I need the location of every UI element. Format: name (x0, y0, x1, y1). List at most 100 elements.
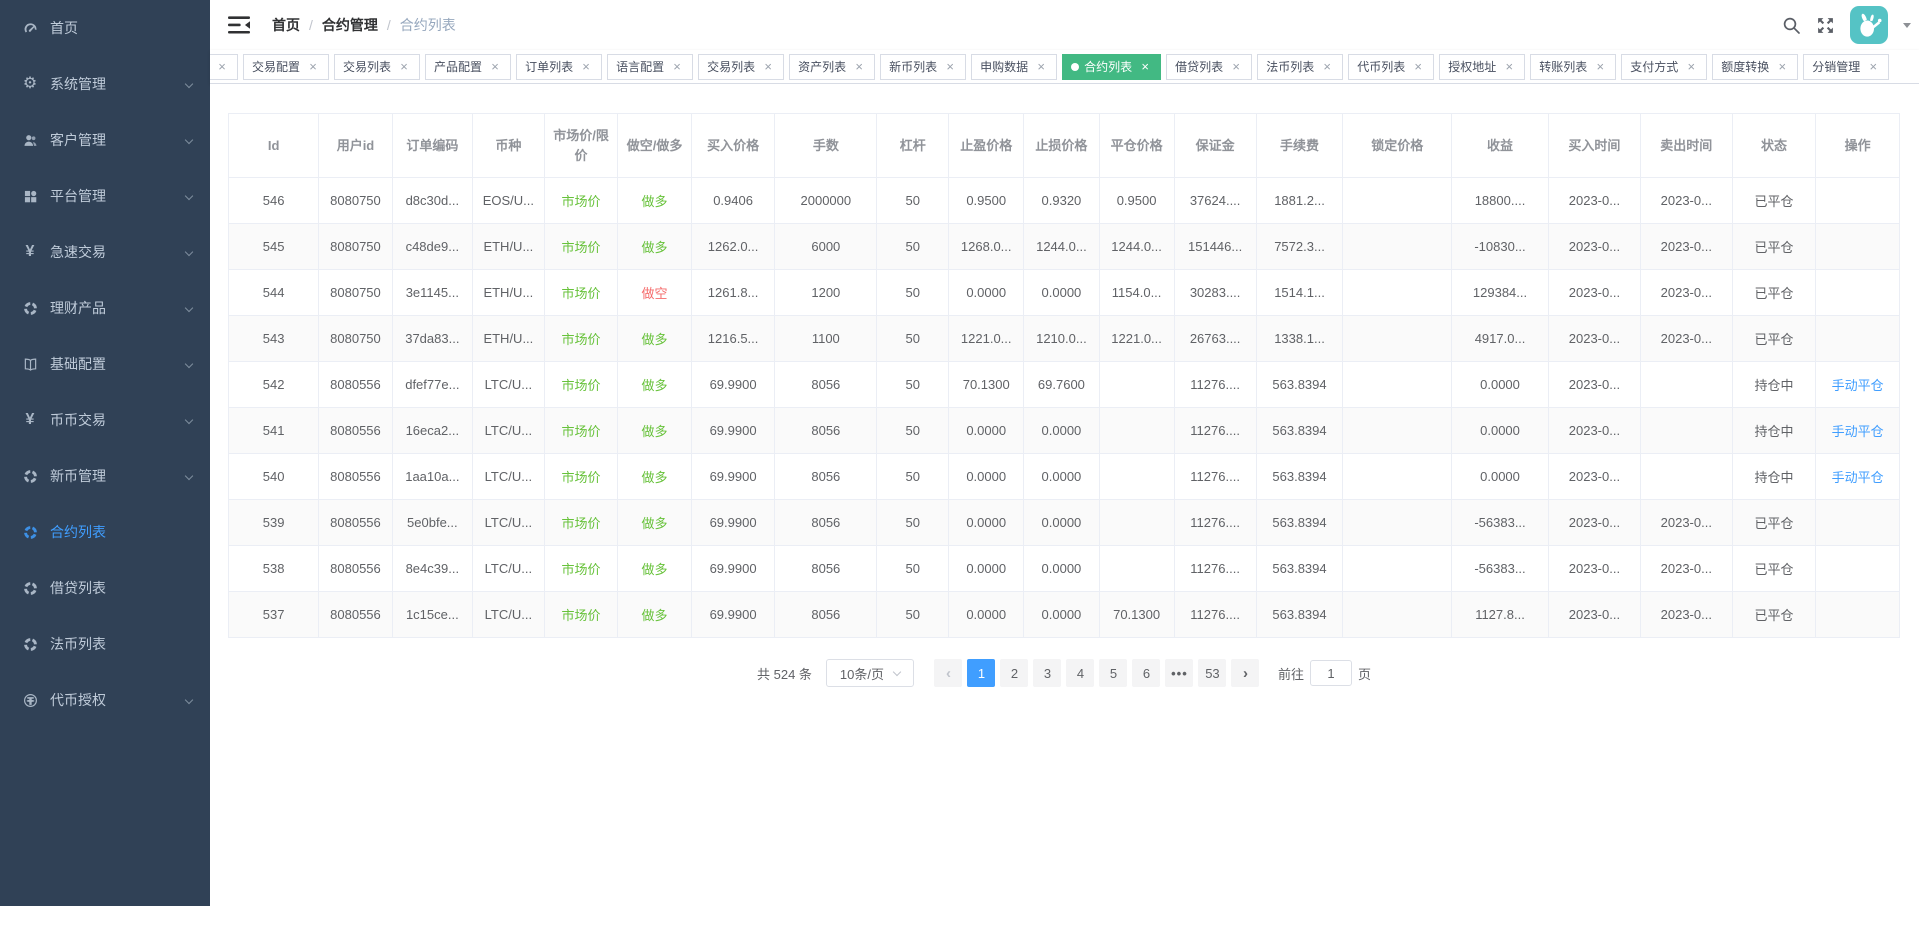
tab-close-icon[interactable]: × (579, 60, 593, 74)
lifebuoy-icon (22, 580, 38, 596)
sidebar-item-system[interactable]: ⚙系统管理 (0, 56, 210, 112)
cell-id: 545 (229, 224, 319, 270)
tab-token-list[interactable]: 代币列表× (1348, 54, 1434, 80)
tab-language-config[interactable]: 语言配置× (607, 54, 693, 80)
cell-lock_price (1343, 270, 1452, 316)
cell-order_code: 1aa10a... (392, 454, 472, 500)
cell-status: 持仓中 (1732, 454, 1816, 500)
sidebar-item-home[interactable]: 首页 (0, 0, 210, 56)
page-button-2[interactable]: 2 (1000, 659, 1028, 687)
more-pages-button[interactable]: ••• (1165, 659, 1193, 687)
tab-order-list[interactable]: 订单列表× (516, 54, 602, 80)
sidebar-item-customer[interactable]: 客户管理 (0, 112, 210, 168)
avatar[interactable] (1850, 6, 1888, 44)
goto-page: 前往 页 (1278, 660, 1371, 686)
sidebar-item-platform[interactable]: 平台管理 (0, 168, 210, 224)
page-button-3[interactable]: 3 (1033, 659, 1061, 687)
tab-product-config[interactable]: 产品配置× (425, 54, 511, 80)
sidebar-item-fast-trade[interactable]: ¥急速交易 (0, 224, 210, 280)
tab-close-icon[interactable]: × (488, 60, 502, 74)
tab-close-icon[interactable]: × (1775, 60, 1789, 74)
page-button-4[interactable]: 4 (1066, 659, 1094, 687)
cell-lock_price (1343, 362, 1452, 408)
tab-close-icon[interactable]: × (215, 60, 229, 74)
page-button-5[interactable]: 5 (1099, 659, 1127, 687)
sidebar-item-token-auth[interactable]: 代币授权 (0, 672, 210, 728)
tab-close-icon[interactable]: × (852, 60, 866, 74)
tab-close-icon[interactable]: × (397, 60, 411, 74)
column-header-price_type: 市场价/限价 (544, 114, 618, 178)
cell-order_code: dfef77e... (392, 362, 472, 408)
tab-quota-convert[interactable]: 额度转换× (1712, 54, 1798, 80)
topbar-actions (1782, 6, 1911, 44)
tab-distribution[interactable]: 分销管理× (1803, 54, 1889, 80)
tab-close-icon[interactable]: × (306, 60, 320, 74)
tab-close-icon[interactable]: × (1320, 60, 1334, 74)
tab-fiat-list[interactable]: 法币列表 × (1257, 54, 1343, 80)
page-size-select[interactable]: 10条/页 (826, 659, 914, 687)
tab-close-icon[interactable]: × (1034, 60, 1048, 74)
tab-new-coin-list[interactable]: 新币列表× (880, 54, 966, 80)
tab-close-icon[interactable]: × (1593, 60, 1607, 74)
hamburger-fold-icon[interactable] (228, 15, 250, 35)
cell-profit: 4917.0... (1452, 316, 1549, 362)
breadcrumb-item[interactable]: 首页 (272, 15, 300, 35)
tab-close-icon[interactable]: × (1138, 60, 1152, 74)
tab-close-icon[interactable]: × (1866, 60, 1880, 74)
chevron-down-icon (185, 136, 193, 144)
tab-close-icon[interactable]: × (1684, 60, 1698, 74)
sidebar-item-label: 系统管理 (50, 74, 106, 94)
prev-page-button[interactable]: ‹ (934, 659, 962, 687)
cell-direction: 做多 (618, 454, 692, 500)
cell-lock_price (1343, 224, 1452, 270)
tab-loan-list[interactable]: 借贷列表× (1166, 54, 1252, 80)
cell-sell_time: 2023-0... (1640, 500, 1732, 546)
tab-trade-config[interactable]: 交易配置× (243, 54, 329, 80)
sidebar-item-wealth[interactable]: 理财产品 (0, 280, 210, 336)
tab-clipped-list[interactable]: 列表× (210, 54, 238, 80)
tab-close-icon[interactable]: × (761, 60, 775, 74)
sidebar-item-coin-trade[interactable]: ¥币币交易 (0, 392, 210, 448)
tab-pay-method[interactable]: 支付方式× (1621, 54, 1707, 80)
manual-close-link[interactable]: 手动平仓 (1816, 454, 1900, 500)
chevron-down-icon[interactable] (1903, 23, 1911, 28)
tab-trade-list-2[interactable]: 交易列表× (698, 54, 784, 80)
tab-close-icon[interactable]: × (1502, 60, 1516, 74)
tab-close-icon[interactable]: × (1229, 60, 1243, 74)
column-header-close_price: 平仓价格 (1099, 114, 1174, 178)
page-button-6[interactable]: 6 (1132, 659, 1160, 687)
page-button-53[interactable]: 53 (1198, 659, 1226, 687)
page-button-1[interactable]: 1 (967, 659, 995, 687)
tab-close-icon[interactable]: × (670, 60, 684, 74)
cell-sell_time: 2023-0... (1640, 224, 1732, 270)
breadcrumb-item[interactable]: 合约管理 (322, 15, 378, 35)
tab-close-icon[interactable]: × (1411, 60, 1425, 74)
next-page-button[interactable]: › (1231, 659, 1259, 687)
cell-action (1816, 316, 1900, 362)
sidebar-item-contract-list[interactable]: 合约列表 (0, 504, 210, 560)
tab-asset-list[interactable]: 资产列表× (789, 54, 875, 80)
cell-close_price (1099, 362, 1174, 408)
cell-user_id: 8080750 (319, 224, 393, 270)
sidebar-item-new-coin[interactable]: 新币管理 (0, 448, 210, 504)
sidebar-item-loan-list[interactable]: 借贷列表 (0, 560, 210, 616)
tab-contract-list[interactable]: 合约列表× (1062, 54, 1161, 80)
manual-close-link[interactable]: 手动平仓 (1816, 362, 1900, 408)
manual-close-link[interactable]: 手动平仓 (1816, 408, 1900, 454)
tab-auth-address[interactable]: 授权地址× (1439, 54, 1525, 80)
tab-label: 法币列表 (1266, 58, 1314, 75)
tab-subscribe-data[interactable]: 申购数据× (971, 54, 1057, 80)
cell-buy_time: 2023-0... (1548, 546, 1640, 592)
tab-trade-list-1[interactable]: 交易列表× (334, 54, 420, 80)
chevron-down-icon (185, 192, 193, 200)
sidebar-item-base-config[interactable]: 基础配置 (0, 336, 210, 392)
users-icon (22, 132, 38, 148)
search-icon[interactable] (1782, 16, 1801, 35)
cell-price_type: 市场价 (544, 224, 618, 270)
sidebar-item-fiat-list[interactable]: 法币列表 (0, 616, 210, 672)
tab-transfer-list[interactable]: 转账列表× (1530, 54, 1616, 80)
cell-margin: 26763.... (1174, 316, 1256, 362)
fullscreen-icon[interactable] (1816, 16, 1835, 35)
goto-page-input[interactable] (1310, 660, 1352, 686)
tab-close-icon[interactable]: × (943, 60, 957, 74)
